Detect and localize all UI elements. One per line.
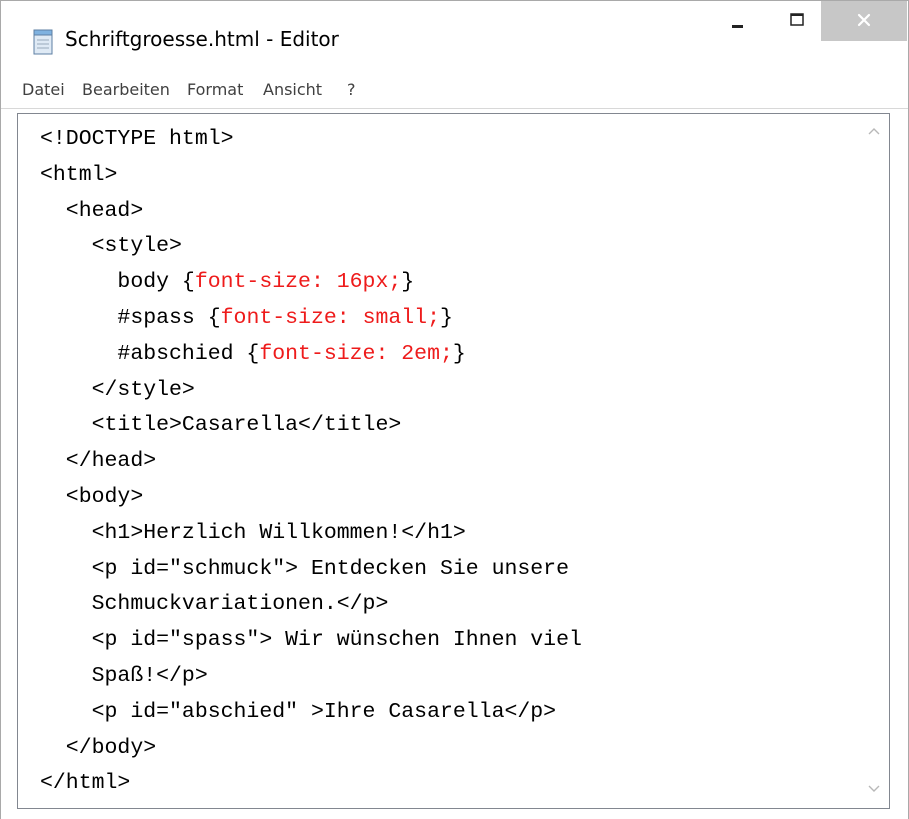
menu-ansicht[interactable]: Ansicht: [263, 80, 322, 99]
code-text: <style>: [40, 234, 182, 259]
code-line[interactable]: </head>: [40, 444, 582, 480]
code-text: }: [439, 305, 453, 330]
code-text: </style>: [40, 377, 195, 402]
code-line[interactable]: #spass {font-size: small;}: [40, 301, 582, 337]
code-line[interactable]: <p id="schmuck"> Entdecken Sie unsere: [40, 552, 582, 588]
code-line[interactable]: <head>: [40, 194, 582, 230]
code-text: <p id="spass"> Wir wünschen Ihnen viel: [40, 628, 582, 653]
editor-window: Schriftgroesse.html - Editor Datei Bearb…: [0, 0, 909, 819]
scroll-down-icon[interactable]: [867, 784, 881, 794]
maximize-button[interactable]: [772, 1, 820, 41]
code-line[interactable]: <body>: [40, 480, 582, 516]
code-text: Schmuckvariationen.</p>: [40, 592, 389, 617]
code-highlight: font-size: 2em;: [259, 341, 453, 366]
minimize-button[interactable]: [714, 1, 762, 41]
code-line[interactable]: <h1>Herzlich Willkommen!</h1>: [40, 516, 582, 552]
window-title: Schriftgroesse.html - Editor: [65, 27, 339, 51]
code-line[interactable]: <p id="spass"> Wir wünschen Ihnen viel: [40, 623, 582, 659]
menu-bar: Datei Bearbeiten Format Ansicht ?: [1, 75, 908, 109]
menu-help[interactable]: ?: [347, 80, 356, 99]
minimize-icon: [732, 25, 743, 28]
notepad-icon: [33, 29, 53, 55]
code-text: #abschied {: [40, 341, 260, 366]
code-text: <p id="schmuck"> Entdecken Sie unsere: [40, 556, 569, 581]
code-line[interactable]: </html>: [40, 766, 582, 802]
text-area[interactable]: <!DOCTYPE html> <html> <head> <style> bod…: [17, 113, 890, 809]
code-text: <html>: [40, 162, 118, 187]
code-line[interactable]: </style>: [40, 373, 582, 409]
title-bar[interactable]: Schriftgroesse.html - Editor: [1, 1, 908, 75]
code-line[interactable]: <p id="abschied" >Ihre Casarella</p>: [40, 695, 582, 731]
code-text: body {: [40, 270, 195, 295]
code-text: <head>: [40, 198, 144, 223]
code-text: <h1>Herzlich Willkommen!</h1>: [40, 520, 466, 545]
code-highlight: font-size: 16px;: [194, 270, 402, 295]
code-line[interactable]: Schmuckvariationen.</p>: [40, 587, 582, 623]
menu-format[interactable]: Format: [187, 80, 243, 99]
code-line[interactable]: <!DOCTYPE html>: [40, 122, 582, 158]
code-line[interactable]: <html>: [40, 158, 582, 194]
maximize-icon: [790, 13, 804, 26]
code-content[interactable]: <!DOCTYPE html> <html> <head> <style> bod…: [40, 122, 582, 802]
code-line[interactable]: <title>Casarella</title>: [40, 408, 582, 444]
code-line[interactable]: </body>: [40, 731, 582, 767]
close-icon: [857, 13, 871, 27]
code-text: </head>: [40, 449, 157, 474]
code-line[interactable]: Spaß!</p>: [40, 659, 582, 695]
code-text: #spass {: [40, 305, 221, 330]
code-text: <p id="abschied" >Ihre Casarella</p>: [40, 699, 557, 724]
code-text: </body>: [40, 735, 157, 760]
code-text: <title>Casarella</title>: [40, 413, 402, 438]
code-highlight: font-size: small;: [220, 305, 440, 330]
scroll-up-icon[interactable]: [867, 126, 881, 136]
code-text: </html>: [40, 771, 131, 796]
code-text: <!DOCTYPE html>: [40, 127, 234, 151]
code-text: Spaß!</p>: [40, 663, 208, 688]
code-text: <body>: [40, 484, 144, 509]
code-line[interactable]: #abschied {font-size: 2em;}: [40, 337, 582, 373]
menu-datei[interactable]: Datei: [22, 80, 65, 99]
code-line[interactable]: body {font-size: 16px;}: [40, 265, 582, 301]
code-line[interactable]: <style>: [40, 229, 582, 265]
code-text: }: [401, 270, 415, 295]
menu-bearbeiten[interactable]: Bearbeiten: [82, 80, 170, 99]
close-button[interactable]: [821, 1, 907, 41]
window-bottom-edge: [1, 809, 908, 819]
code-text: }: [452, 341, 466, 366]
